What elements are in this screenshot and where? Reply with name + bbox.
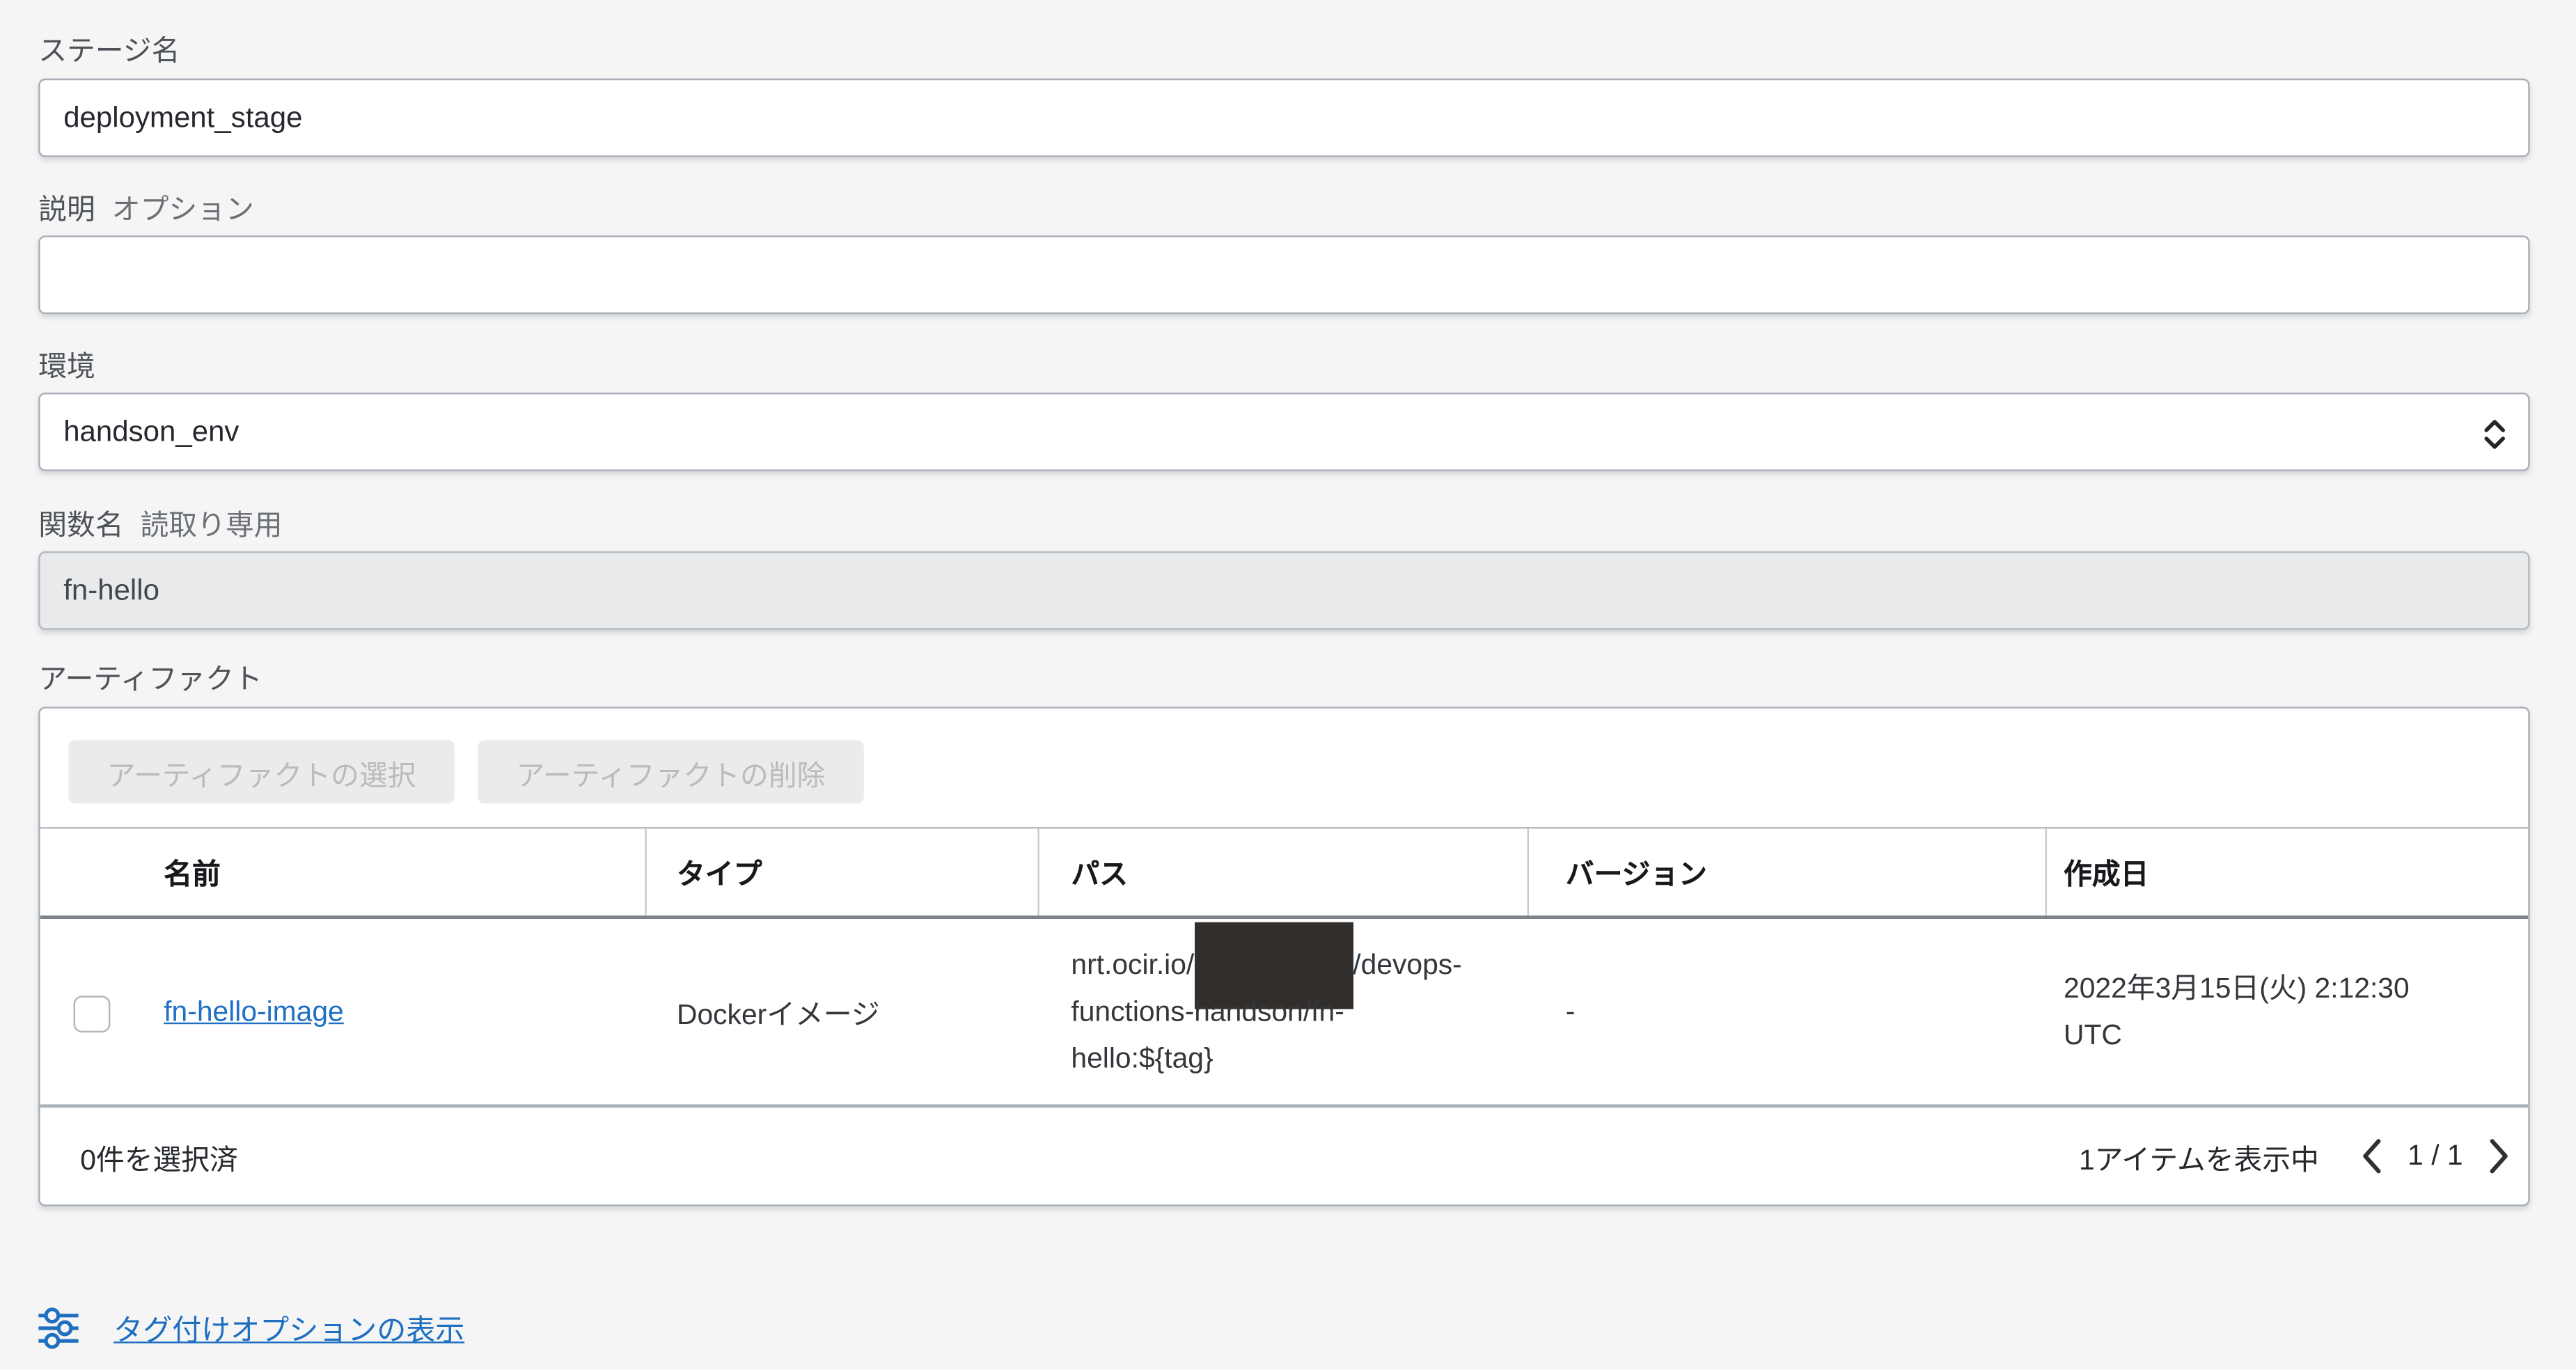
row-created-cell: 2022年3月15日(火) 2:12:30 UTC bbox=[2047, 920, 2528, 1105]
previous-page-chevron-icon[interactable] bbox=[2359, 1136, 2385, 1176]
row-checkbox[interactable] bbox=[74, 996, 111, 1033]
row-version-cell: - bbox=[1529, 920, 2047, 1105]
select-artifact-button[interactable]: アーティファクトの選択 bbox=[68, 740, 454, 803]
page-indicator: 1 / 1 bbox=[2408, 1140, 2463, 1173]
items-showing-text: 1アイテムを表示中 bbox=[2079, 1135, 2319, 1177]
created-date-line2: UTC bbox=[2064, 1012, 2122, 1059]
path-line3: hello:${tag} bbox=[1071, 1036, 1213, 1082]
description-label: 説明オプション bbox=[38, 192, 254, 229]
created-date-line1: 2022年3月15日(火) 2:12:30 bbox=[2064, 966, 2410, 1012]
environment-select[interactable]: handson_env bbox=[38, 393, 2529, 471]
remove-artifact-button[interactable]: アーティファクトの削除 bbox=[478, 740, 863, 803]
artifacts-table-header: 名前 タイプ パス バージョン 作成日 bbox=[40, 826, 2529, 919]
environment-selected-value: handson_env bbox=[40, 414, 239, 449]
environment-label: 環境 bbox=[38, 349, 95, 386]
sliders-icon bbox=[37, 1307, 80, 1350]
table-row: fn-hello-image Dockerイメージ nrt.ocir.io/ /… bbox=[40, 920, 2529, 1109]
path-prefix: nrt.ocir.io/ bbox=[1071, 942, 1194, 989]
path-line2: functions-handson/fn- bbox=[1071, 989, 1344, 1035]
stage-name-label-text: ステージ名 bbox=[38, 35, 180, 67]
artifact-version: - bbox=[1566, 995, 1576, 1029]
header-name: 名前 bbox=[40, 828, 647, 916]
next-page-chevron-icon[interactable] bbox=[2486, 1136, 2511, 1176]
row-type-cell: Dockerイメージ bbox=[647, 920, 1039, 1105]
deployment-stage-form: ステージ名 説明オプション 環境 handson_env 関数名読取り専用 アー… bbox=[0, 0, 2576, 1370]
header-path: パス bbox=[1039, 828, 1529, 916]
artifacts-panel: アーティファクトの選択 アーティファクトの削除 名前 タイプ パス バージョン … bbox=[38, 707, 2529, 1206]
selected-count-text: 0件を選択済 bbox=[80, 1135, 238, 1177]
row-checkbox-cell bbox=[40, 920, 134, 1105]
pagination: 1アイテムを表示中 1 / 1 bbox=[2079, 1135, 2511, 1177]
show-tagging-options-link[interactable]: タグ付けオプションの表示 bbox=[113, 1307, 464, 1349]
artifacts-label: アーティファクト bbox=[38, 661, 262, 698]
stage-name-label: ステージ名 bbox=[38, 33, 180, 70]
artifact-name-link[interactable]: fn-hello-image bbox=[164, 995, 344, 1029]
row-path-cell: nrt.ocir.io/ /devops- functions-handson/… bbox=[1039, 920, 1529, 1105]
header-type: タイプ bbox=[647, 828, 1039, 916]
description-input[interactable] bbox=[38, 235, 2529, 314]
description-label-text: 説明 bbox=[38, 194, 95, 226]
artifact-type: Dockerイメージ bbox=[677, 991, 880, 1033]
select-updown-chevron-icon bbox=[2480, 414, 2510, 463]
tagging-options-row: タグ付けオプションの表示 bbox=[37, 1307, 464, 1350]
function-name-readonly-suffix: 読取り専用 bbox=[141, 510, 283, 542]
description-optional-suffix: オプション bbox=[112, 194, 254, 226]
function-name-label-text: 関数名 bbox=[38, 510, 123, 542]
environment-label-text: 環境 bbox=[38, 351, 95, 383]
function-name-input bbox=[38, 551, 2529, 630]
artifacts-label-text: アーティファクト bbox=[38, 663, 262, 695]
header-version: バージョン bbox=[1529, 828, 2047, 916]
path-after-redaction: /devops- bbox=[1353, 942, 1461, 989]
artifacts-table-footer: 0件を選択済 1アイテムを表示中 1 / 1 bbox=[40, 1108, 2529, 1204]
artifacts-toolbar: アーティファクトの選択 アーティファクトの削除 bbox=[40, 709, 2529, 827]
header-created: 作成日 bbox=[2047, 828, 2528, 916]
row-name-cell: fn-hello-image bbox=[134, 920, 647, 1105]
stage-name-input[interactable] bbox=[38, 79, 2529, 157]
function-name-label: 関数名読取り専用 bbox=[38, 508, 282, 545]
